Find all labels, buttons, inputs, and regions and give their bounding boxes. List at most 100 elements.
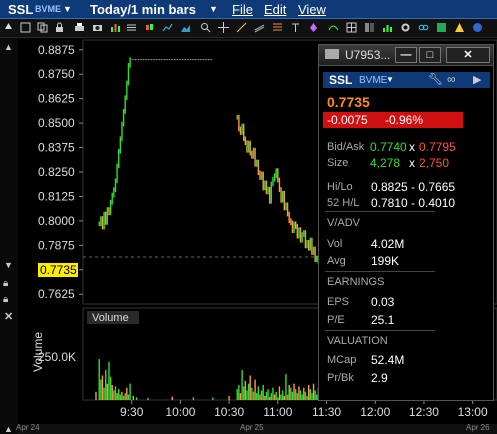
prbk-label: Pr/Bk: [327, 372, 354, 384]
menubar: SSL BVME ▼ Today/1 min bars ▼ File Edit …: [0, 0, 497, 19]
x-tick-label: 10:30: [214, 405, 244, 419]
y-tick-label: 0.8000: [38, 214, 75, 228]
layout-icon[interactable]: [364, 22, 375, 33]
chevron-down-icon[interactable]: ▼: [386, 75, 394, 84]
menu-view[interactable]: View: [298, 2, 326, 17]
candle-icon[interactable]: [144, 22, 155, 33]
line-chart-icon[interactable]: [162, 22, 173, 33]
chevron-down-icon[interactable]: ▼: [209, 4, 218, 14]
close-pane-icon[interactable]: ✕: [4, 310, 13, 323]
prbk-value: 2.9: [371, 371, 388, 385]
quote-panel: U7953... — □ ✕ SSL BVME ▼ 🔧︎ ∞ ▶ 0.7735 …: [318, 44, 494, 401]
quote-panel-titlebar[interactable]: U7953... — □ ✕: [319, 45, 493, 66]
collapse-up-icon[interactable]: ▲: [4, 424, 13, 434]
bar-chart-icon[interactable]: [110, 22, 121, 33]
maximize-button[interactable]: □: [419, 47, 441, 63]
quote-exchange[interactable]: BVME: [359, 75, 387, 86]
alert-icon[interactable]: [454, 22, 465, 33]
x-tick-label: 12:30: [409, 405, 439, 419]
lock-icon[interactable]: 🔒︎: [3, 294, 8, 305]
avg-value: 199K: [371, 254, 400, 268]
order-icon[interactable]: [436, 22, 447, 33]
bid-ask-label: Bid/Ask: [327, 141, 365, 153]
collapse-up-icon[interactable]: ▲: [4, 42, 13, 52]
period-selector[interactable]: Today/1 min bars: [90, 2, 196, 17]
date-strip: Apr 24 Apr 25 Apr 26: [16, 423, 497, 434]
y-tick-label: 0.8250: [38, 165, 75, 179]
left-control-strip: ▲ ▼ 🔒︎ 🔒︎ ✕ ▲: [0, 38, 18, 434]
vadv-header: V/ADV: [327, 217, 361, 229]
fibonacci-icon[interactable]: [272, 22, 283, 33]
y-tick-label: 0.8500: [38, 116, 75, 130]
volume-label: Volume: [92, 312, 129, 324]
valuation-header: VALUATION: [327, 335, 388, 347]
x-tick-label: 9:30: [120, 405, 144, 419]
change-bar: -0.0075 -0.96%: [323, 112, 463, 128]
minimize-button[interactable]: —: [395, 47, 417, 63]
menu-edit[interactable]: Edit: [264, 2, 286, 17]
avg-label: Avg: [327, 255, 346, 267]
arrow-icon[interactable]: [3, 22, 14, 33]
change-percent: -0.96%: [385, 113, 424, 127]
hilo-value: 0.8825 - 0.7665: [371, 180, 456, 194]
x-tick-label: 13:00: [458, 405, 488, 419]
marker-icon[interactable]: [308, 22, 319, 33]
collapse-down-icon[interactable]: ▼: [4, 260, 13, 270]
settings-icon[interactable]: [400, 22, 411, 33]
lines-icon[interactable]: [126, 22, 137, 33]
mcap-value: 52.4M: [371, 353, 405, 367]
menu-file[interactable]: File: [232, 2, 253, 17]
arrow-right-icon[interactable]: ▶: [473, 73, 481, 86]
camera-icon[interactable]: [92, 22, 103, 33]
symbol-label[interactable]: SSL: [8, 2, 33, 17]
print-icon[interactable]: [74, 22, 85, 33]
vol-value: 4.02M: [371, 237, 405, 251]
exchange-label[interactable]: BVME: [35, 4, 61, 14]
x-separator: x: [409, 156, 415, 170]
page-icon[interactable]: [20, 22, 31, 33]
wrench-icon[interactable]: 🔧︎: [428, 72, 443, 86]
indicator-icon[interactable]: [328, 22, 339, 33]
divider: [325, 271, 435, 272]
window-icon: [325, 49, 339, 59]
window-title: U7953...: [345, 48, 391, 62]
x-tick-label: 10:00: [165, 405, 195, 419]
y-tick-label: 0.8625: [38, 92, 75, 106]
x-tick-label: 11:00: [263, 405, 292, 419]
eps-label: EPS: [327, 296, 350, 308]
mcap-label: MCap: [327, 354, 357, 366]
y-tick-label: 0.8125: [38, 189, 75, 203]
text-tool-icon[interactable]: [290, 22, 301, 33]
help-icon[interactable]: [472, 22, 483, 33]
pe-value: 25.1: [371, 313, 395, 327]
eps-value: 0.03: [371, 295, 395, 309]
lock-icon[interactable]: 🔒︎: [3, 278, 8, 289]
volume-tick: 250.0K: [38, 350, 76, 364]
price-tag-value: 0.7735: [40, 263, 77, 277]
divider: [325, 211, 435, 212]
crosshair-icon[interactable]: [218, 22, 229, 33]
date-label: Apr 25: [240, 423, 264, 432]
change-value: -0.0075: [327, 113, 368, 127]
bid-price[interactable]: 0.7740: [370, 140, 407, 154]
link-icon[interactable]: ∞: [447, 72, 456, 86]
channel-icon[interactable]: [254, 22, 265, 33]
close-button[interactable]: ✕: [446, 47, 490, 63]
x-tick-label: 12:00: [360, 405, 390, 419]
chevron-down-icon[interactable]: ▼: [63, 4, 72, 14]
trend-line-icon[interactable]: [236, 22, 247, 33]
grid-icon[interactable]: [346, 22, 357, 33]
zoom-in-icon[interactable]: [200, 22, 211, 33]
ask-price[interactable]: 0.7795: [419, 140, 456, 154]
link-icon[interactable]: [418, 22, 429, 33]
time-axis: 9:30 10:00 10:30 11:00 11:30 12:00 12:30 13:00: [120, 400, 488, 419]
quote-symbol[interactable]: SSL: [329, 73, 352, 87]
volume-icon[interactable]: [382, 22, 393, 33]
date-label: Apr 24: [16, 423, 40, 432]
hilo-label: Hi/Lo: [327, 181, 353, 193]
area-chart-icon[interactable]: [180, 22, 191, 33]
size-label: Size: [327, 157, 349, 169]
wk52-value: 0.7810 - 0.4010: [371, 196, 456, 210]
lock-icon[interactable]: [54, 22, 65, 33]
copy-icon[interactable]: [37, 22, 48, 33]
